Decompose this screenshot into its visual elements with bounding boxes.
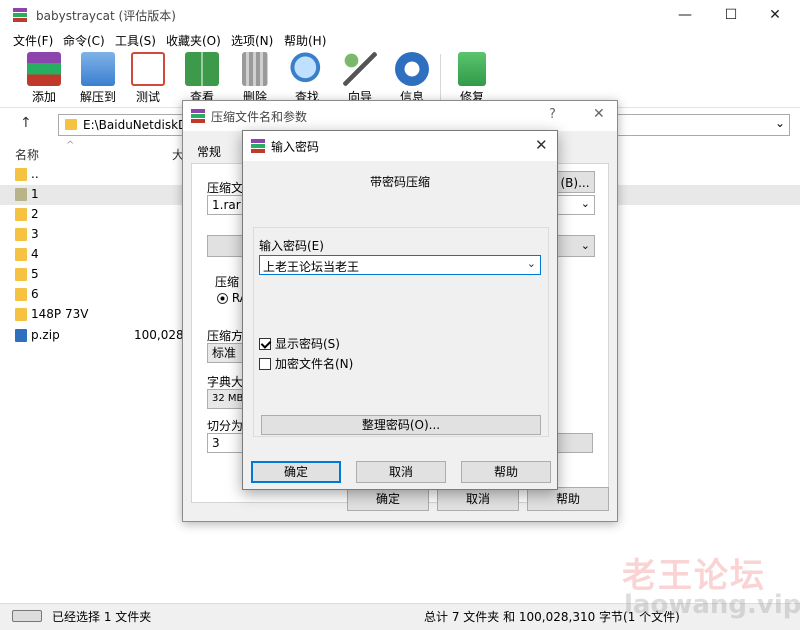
folder-icon [15,228,27,241]
menu-help[interactable]: 帮助(H) [284,32,326,49]
toolbar-add-button[interactable]: 添加 [18,52,70,106]
checkbox-unchecked-icon [259,358,271,370]
maximize-button[interactable]: ☐ [708,0,754,30]
chevron-down-icon[interactable]: ⌄ [775,116,785,130]
info-icon [395,52,429,86]
dialog-heading: 带密码压缩 [369,175,430,189]
chevron-down-icon: ⌄ [580,197,590,210]
dialog-title-bar: 输入密码 ✕ [243,131,557,161]
watermark-url: laowang.vip [624,590,800,620]
help-icon[interactable]: ? [549,107,556,122]
watermark: 老王论坛 laowang.vip [620,548,800,620]
dictionary-size-label: 字典大 [207,375,244,389]
add-archive-icon [27,52,61,86]
encrypt-filenames-checkbox[interactable]: 加密文件名(N) [259,355,353,372]
folder-icon [15,308,27,321]
tab-general[interactable]: 常规 [197,143,221,160]
extract-to-icon [81,52,115,86]
toolbar-delete-button[interactable]: 删除 [229,52,281,106]
menu-options[interactable]: 选项(N) [231,32,273,49]
split-volumes-label: 切分为 [207,419,244,433]
folder-icon [65,119,77,130]
compression-method-label: 压缩方 [207,329,244,343]
toolbar-info-button[interactable]: 信息 [386,52,438,106]
password-ok-button[interactable]: 确定 [251,461,341,483]
dialog-title: 输入密码 [271,140,320,154]
find-magnifier-icon [290,52,324,86]
drive-icon [12,610,42,622]
toolbar-repair-button[interactable]: 修复 [446,52,498,106]
toolbar-wizard-button[interactable]: 向导 [334,52,386,106]
close-icon[interactable]: ✕ [535,136,548,154]
folder-icon [15,288,27,301]
delete-trash-icon [242,52,268,86]
close-button[interactable]: ✕ [752,0,798,30]
window-title: babystraycat (评估版本) [36,9,176,23]
chevron-down-icon: ⌄ [580,239,590,252]
password-label: 输入密码(E) [259,239,324,253]
menu-bar: 文件(F) 命令(C) 工具(S) 收藏夹(O) 选项(N) 帮助(H) [0,30,800,50]
organize-passwords-button[interactable]: 整理密码(O)... [261,415,541,435]
archive-name-label: 压缩文 [207,181,244,195]
winrar-app-icon [251,139,265,153]
chevron-down-icon[interactable]: ⌄ [527,257,536,270]
menu-favorites[interactable]: 收藏夹(O) [166,32,221,49]
repair-icon [458,52,486,86]
folder-icon [15,208,27,221]
archive-cancel-button[interactable]: 取消 [437,487,519,511]
dialog-title-bar: 压缩文件名和参数 ? ✕ [183,101,617,131]
toolbar-divider [440,54,441,102]
minimize-button[interactable]: — [662,0,708,30]
menu-file[interactable]: 文件(F) [13,32,53,49]
toolbar-view-button[interactable]: 查看 [176,52,228,106]
compression-method-combobox[interactable]: 标准 [207,343,247,363]
password-dialog: 输入密码 ✕ 带密码压缩 输入密码(E) 上老王论坛当老王 ⌄ 显示密码(S) … [242,130,558,490]
path-text: E:\BaiduNetdiskDo [83,118,195,132]
folder-icon [15,188,27,201]
zip-file-icon [15,329,27,342]
winrar-app-icon [13,8,27,22]
folder-icon [15,268,27,281]
wizard-wand-icon [343,52,377,86]
status-selection: 已经选择 1 文件夹 [52,610,152,624]
column-name-header[interactable]: 名称 [15,146,39,163]
up-arrow-icon[interactable]: ↑ [20,115,32,131]
show-password-checkbox[interactable]: 显示密码(S) [259,335,340,352]
archive-ok-button[interactable]: 确定 [347,487,429,511]
toolbar-extract-button[interactable]: 解压到 [72,52,124,106]
browse-button[interactable]: (B)... [555,171,595,193]
menu-command[interactable]: 命令(C) [63,32,105,49]
test-icon [131,52,165,86]
password-input[interactable]: 上老王论坛当老王 ⌄ [259,255,541,275]
password-help-button[interactable]: 帮助 [461,461,551,483]
close-icon[interactable]: ✕ [593,106,605,122]
toolbar-test-button[interactable]: 测试 [122,52,174,106]
archive-help-button[interactable]: 帮助 [527,487,609,511]
archive-format-label: 压缩 [215,275,240,289]
sort-ascending-icon: ^ [66,140,75,151]
split-volumes-field[interactable]: 3 [207,433,247,453]
radio-checked-icon [217,293,228,304]
winrar-app-icon [191,109,205,123]
checkbox-checked-icon [259,338,271,350]
folder-icon [15,248,27,261]
toolbar-find-button[interactable]: 查找 [281,52,333,106]
view-book-icon [185,52,219,86]
password-cancel-button[interactable]: 取消 [356,461,446,483]
dictionary-size-combobox[interactable]: 32 MB [207,389,247,409]
menu-tools[interactable]: 工具(S) [115,32,156,49]
title-bar: babystraycat (评估版本) — ☐ ✕ [0,0,800,30]
folder-icon [15,168,27,181]
dialog-title: 压缩文件名和参数 [211,110,308,124]
